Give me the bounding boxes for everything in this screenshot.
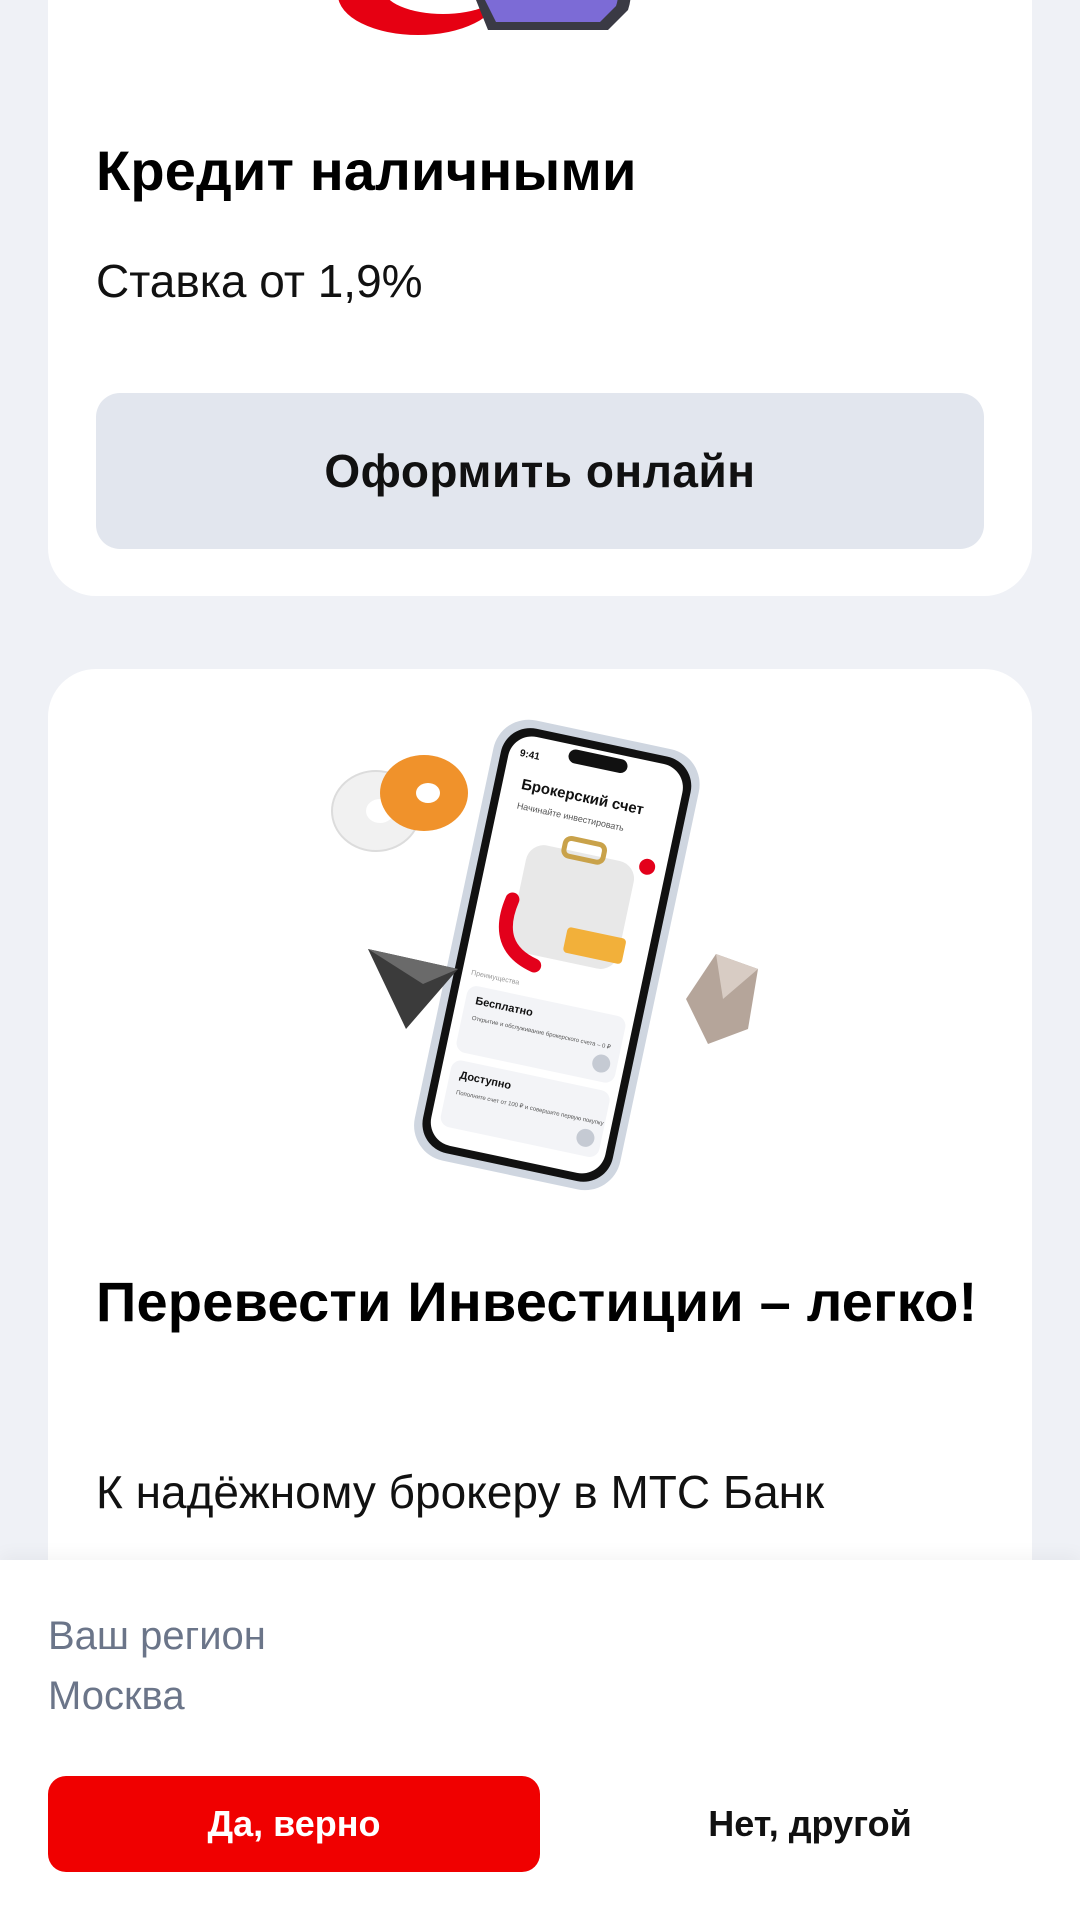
credit-rate: Ставка от 1,9% — [96, 255, 423, 307]
region-label: Ваш регион — [48, 1614, 266, 1658]
region-sheet: Ваш регион Москва Да, верно Нет, другой — [0, 1560, 1080, 1920]
confirm-region-button[interactable]: Да, верно — [48, 1776, 540, 1872]
credit-card[interactable]: Кредит наличными Ставка от 1,9% Оформить… — [48, 0, 1032, 596]
phone-illustration: 9:41 Брокерский счет Начинайте инвестиро… — [328, 699, 768, 1199]
investments-title: Перевести Инвестиции – легко! — [96, 1270, 978, 1333]
investments-subtitle: К надёжному брокеру в МТС Банк — [96, 1466, 825, 1518]
apply-online-button[interactable]: Оформить онлайн — [96, 393, 984, 549]
change-region-button[interactable]: Нет, другой — [560, 1776, 1060, 1872]
credit-illustration — [48, 0, 1032, 40]
credit-title: Кредит наличными — [96, 139, 637, 202]
region-value: Москва — [48, 1674, 185, 1718]
